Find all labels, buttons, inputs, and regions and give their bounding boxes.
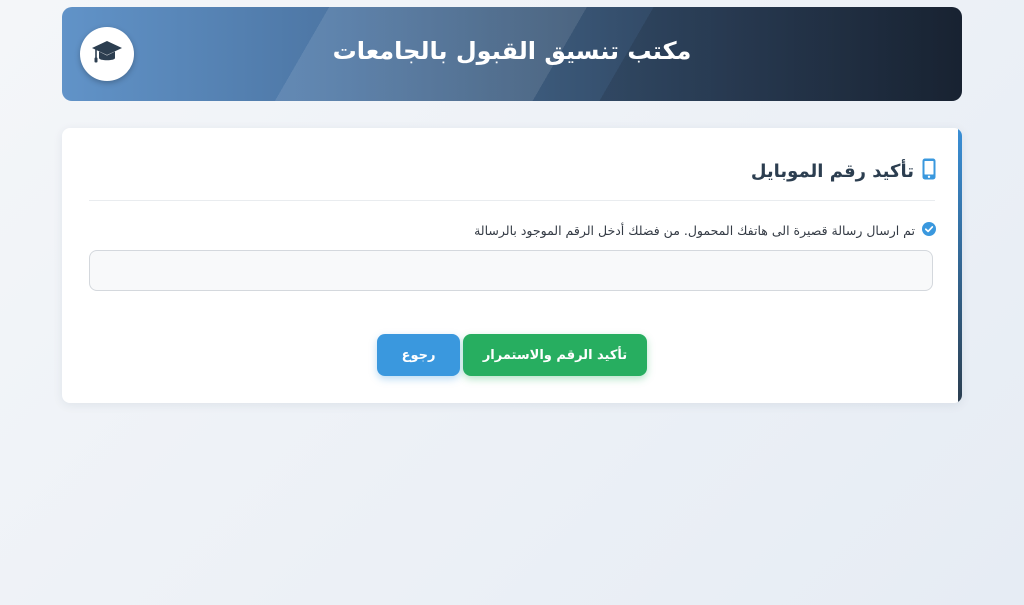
divider	[89, 200, 935, 201]
card-accent-bar	[958, 128, 962, 403]
logo	[80, 27, 134, 81]
site-header: مكتب تنسيق القبول بالجامعات	[62, 7, 962, 101]
back-button[interactable]: رجوع	[377, 334, 460, 376]
mobile-phone-icon	[922, 158, 936, 184]
graduation-cap-icon	[91, 38, 123, 70]
sms-info-message: تم ارسال رسالة قصيرة الى هاتفك المحمول. …	[474, 222, 936, 239]
card-title: تأكيد رقم الموبايل	[750, 160, 914, 182]
card-header: تأكيد رقم الموبايل	[751, 158, 936, 184]
check-circle-icon	[922, 222, 936, 239]
verification-code-input[interactable]	[89, 250, 933, 291]
mobile-verification-card: تأكيد رقم الموبايل تم ارسال رسالة قصيرة …	[62, 128, 962, 403]
site-title: مكتب تنسيق القبول بالجامعات	[332, 37, 692, 65]
confirm-continue-button[interactable]: تأكيد الرقم والاستمرار	[463, 334, 647, 376]
sms-info-text: تم ارسال رسالة قصيرة الى هاتفك المحمول. …	[474, 223, 915, 238]
